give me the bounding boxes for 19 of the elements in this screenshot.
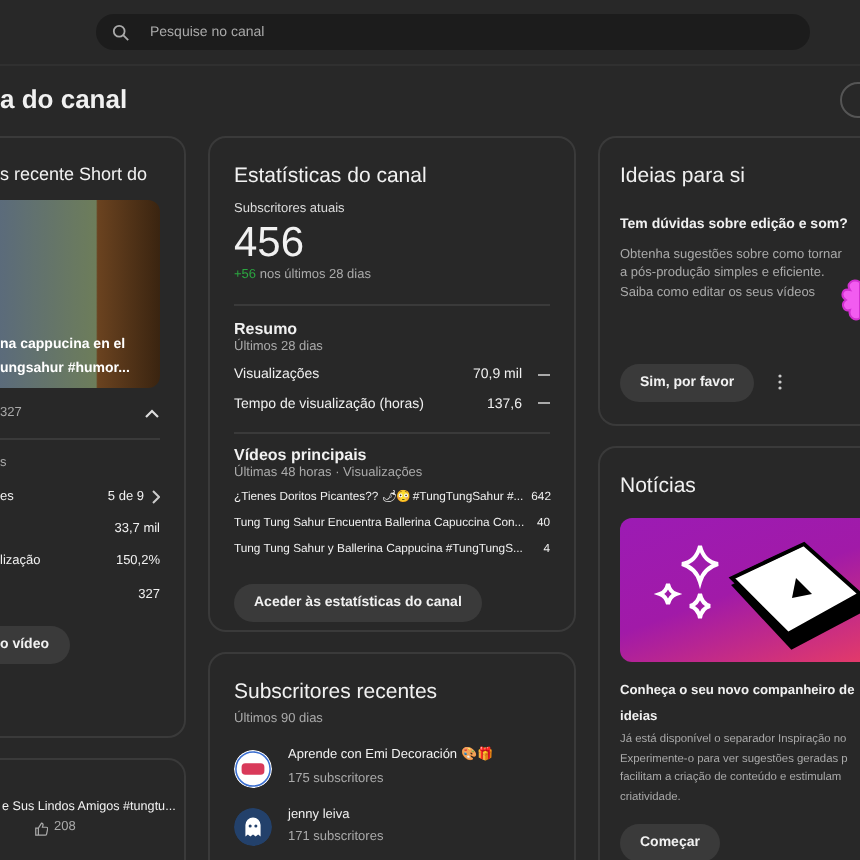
section-title: Vídeos principais: [234, 445, 369, 464]
card-title: s recente Short do: [0, 164, 150, 188]
channel-avatar[interactable]: [234, 749, 272, 788]
chevron-up-icon[interactable]: [144, 408, 160, 419]
chevron-right-icon[interactable]: [152, 490, 160, 505]
flower-icon: [840, 278, 860, 322]
card-title: Notícias: [620, 474, 698, 502]
subscriber-count: 456: [234, 220, 307, 267]
section-title: Resumo: [234, 319, 300, 338]
more-icon[interactable]: [778, 374, 783, 391]
card-title: Ideias para si: [620, 164, 747, 192]
search-icon: [112, 23, 130, 41]
thumbs-up-icon: [34, 822, 48, 837]
dash-icon: [538, 402, 550, 407]
page-title: a do canal: [0, 83, 128, 117]
ghost-avatar[interactable]: [234, 808, 272, 847]
card-title: Subscritores recentes: [234, 680, 440, 708]
dash-icon: [538, 373, 550, 378]
card-title: Estatísticas do canal: [234, 164, 429, 192]
